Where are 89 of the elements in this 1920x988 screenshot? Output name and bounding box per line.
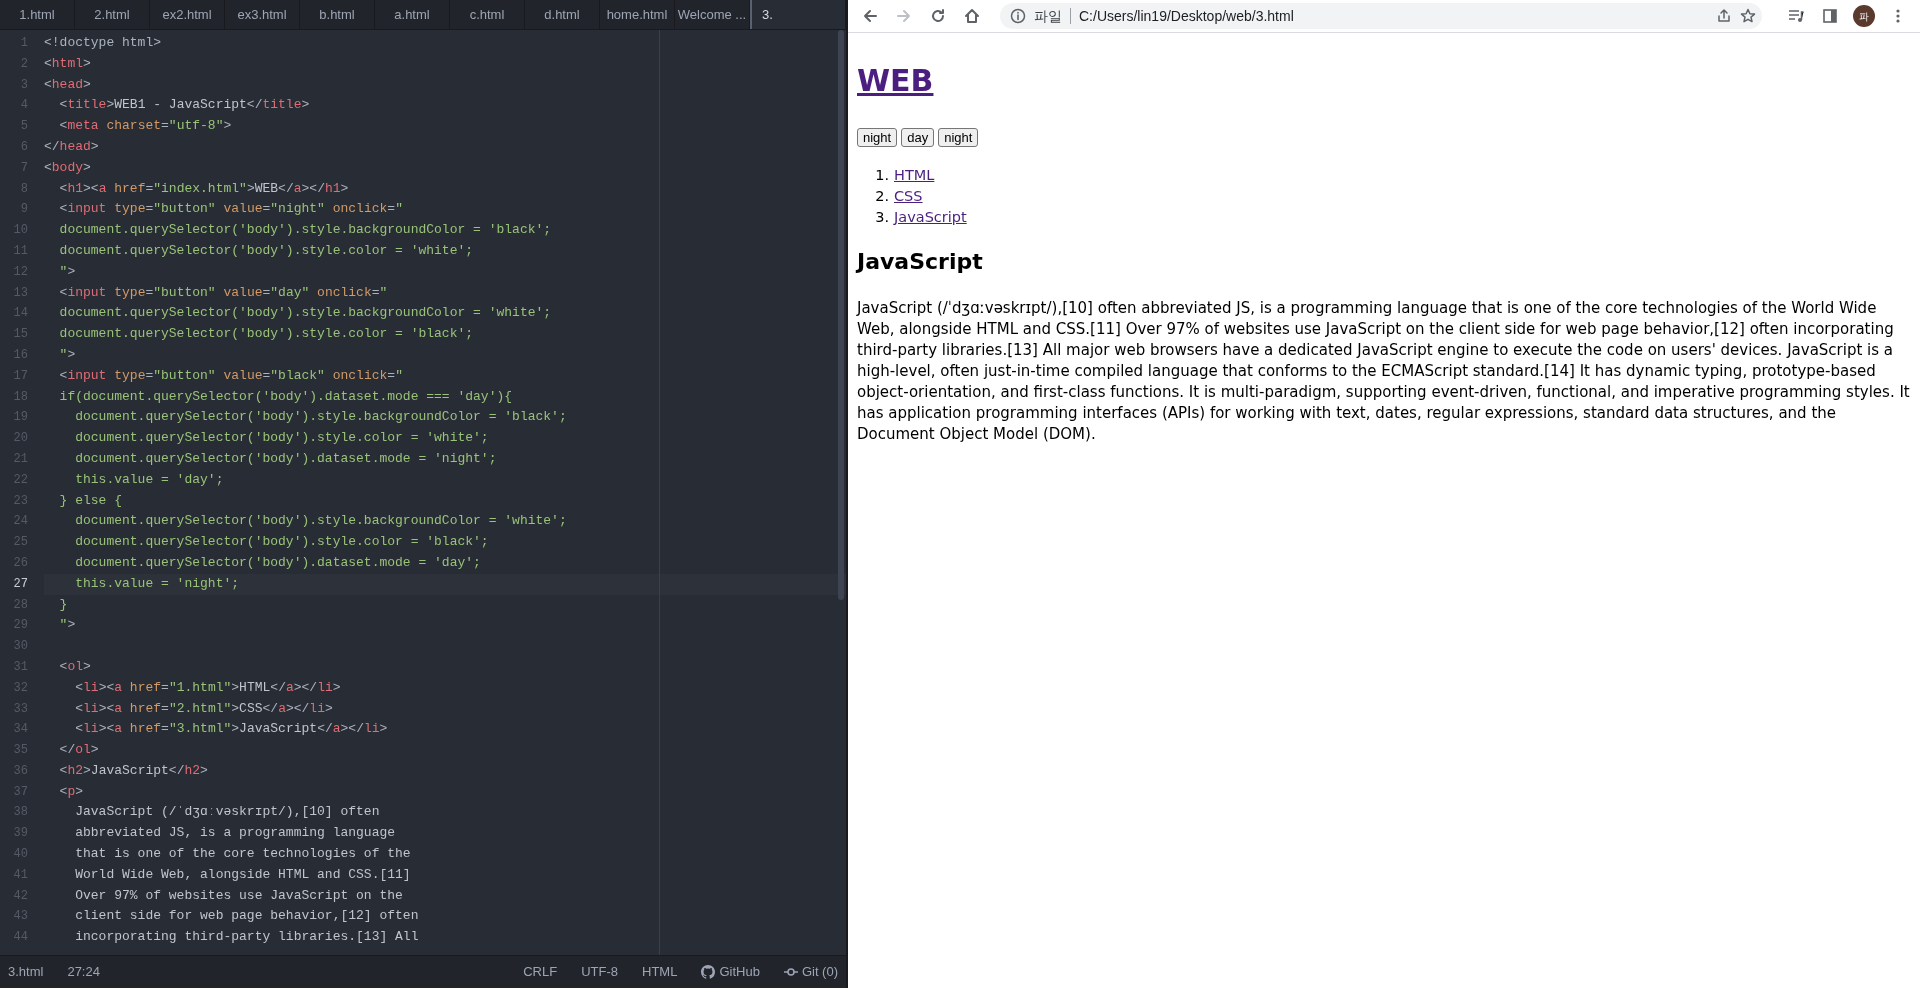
mode-button[interactable]: night — [938, 128, 979, 147]
code-line: <head> — [44, 75, 91, 94]
list-number: 2. — [874, 186, 889, 206]
code-line: <input type="button" value="night" onclick=" — [58, 200, 403, 219]
octocat-icon[interactable] — [701, 965, 716, 979]
code-line: client side for web page behavior,[12] often — [74, 907, 419, 926]
scheme-label: 파일 — [1034, 6, 1062, 26]
url-text: C:/Users/lin19/Desktop/web/3.html — [1079, 6, 1295, 26]
code-line: document.querySelector('body').dataset.mode = 'night'; — [74, 449, 497, 468]
code-line: abbreviated JS, is a programming language — [74, 824, 396, 843]
code-line: Over 97% of websites use JavaScript on the — [74, 886, 403, 905]
more-menu-icon[interactable] — [1896, 8, 1900, 24]
grammar-selector[interactable]: HTML — [642, 962, 678, 982]
media-list-icon[interactable] — [1788, 8, 1804, 24]
code-line: this.value = 'day'; — [74, 470, 224, 489]
code-line: <h2>JavaScript</h2> — [58, 761, 208, 780]
code-line: <body> — [44, 158, 91, 177]
file-tab[interactable]: 3. — [750, 0, 846, 29]
code-line: document.querySelector('body').style.color = 'black'; — [74, 533, 489, 552]
git-label[interactable]: Git (0) — [801, 962, 838, 982]
nav-link-text[interactable]: JavaScript — [894, 208, 967, 225]
list-number: 3. — [874, 207, 889, 227]
code-line: "> — [58, 262, 76, 281]
code-line: document.querySelector('body').style.backgroundColor = 'white'; — [58, 304, 552, 323]
github-label[interactable]: GitHub — [719, 962, 760, 982]
heading-link[interactable]: WEB — [857, 63, 934, 98]
commit-icon[interactable] — [783, 968, 798, 976]
file-tab[interactable]: 2.html — [75, 0, 150, 29]
code-line: <ol> — [58, 657, 91, 676]
code-line: } — [58, 595, 68, 614]
side-panel-icon[interactable] — [1822, 8, 1838, 24]
code-line: } else { — [58, 491, 122, 510]
home-icon[interactable] — [964, 8, 980, 24]
code-line: document.querySelector('body').style.color = 'white'; — [58, 241, 474, 260]
cursor-position[interactable]: 27:24 — [67, 962, 100, 982]
file-tab[interactable]: home.html — [600, 0, 675, 29]
code-line: document.querySelector('body').style.backgroundColor = 'black'; — [58, 221, 552, 240]
share-icon[interactable] — [1716, 8, 1732, 24]
mode-button[interactable]: day — [901, 128, 935, 147]
code-line: <input type="button" value="black" onclick=" — [58, 366, 403, 385]
code-line: "> — [58, 345, 76, 364]
code-line: <input type="button" value="day" onclick=" — [58, 283, 388, 302]
code-line: <li><a href="2.html">CSS</a></li> — [74, 699, 333, 718]
code-line: <p> — [58, 782, 84, 801]
article-paragraph: JavaScript (/ˈdʒɑːvəskrɪpt/),[10] often abbreviated JS, is a programming language that is one of the core technologies of the World Wide Web, alongside HTML and CSS.[11] Over 97% of websites use JavaScript on the client side for web page behavior,[12] often incorporating third-party libraries.[13] All major web browsers have a dedicated JavaScript engine to execute the code on users' devices. JavaScript is a high-level, often just-in-time compiled language that conforms to the ECMAScript standard.[14] It has dynamic typing, prototype-based object-orientation, and first-class functions. It is multi-paradigm, supporting event-driven, functional, and imperative programming styles. It has application programming interfaces (APIs) for working with text, dates, regular expressions, standard data structures, and the Document Object Model (DOM). — [857, 297, 1911, 445]
section-heading: JavaScript — [857, 249, 984, 276]
file-tab[interactable]: 1.html — [0, 0, 75, 29]
code-line: World Wide Web, alongside HTML and CSS.[11] — [74, 865, 411, 884]
code-line: <meta charset="utf-8"> — [58, 117, 232, 136]
file-tab[interactable]: a.html — [375, 0, 450, 29]
reload-icon[interactable] — [930, 8, 946, 24]
code-line: that is one of the core technologies of the — [74, 845, 411, 864]
mode-button[interactable]: night — [857, 128, 898, 147]
code-line: incorporating third-party libraries.[13] All — [74, 928, 419, 947]
profile-avatar[interactable]: 파 — [1853, 5, 1875, 27]
code-line: JavaScript (/ˈdʒɑːvəskrɪpt/),[10] often — [74, 803, 380, 822]
nav-link-text[interactable]: CSS — [894, 187, 923, 204]
code-line: <html> — [44, 54, 91, 73]
code-line: document.querySelector('body').style.color = 'white'; — [74, 429, 489, 448]
code-line: document.querySelector('body').dataset.mode = 'day'; — [74, 553, 481, 572]
code-line: <li><a href="3.html">JavaScript</a></li> — [74, 720, 388, 739]
line-ending[interactable]: CRLF — [523, 962, 558, 982]
code-line: <li><a href="1.html">HTML</a></li> — [74, 678, 341, 697]
code-line: </head> — [44, 138, 99, 156]
code-line: <title>WEB1 - JavaScript</title> — [58, 96, 310, 115]
info-icon[interactable] — [1010, 8, 1026, 24]
code-line: document.querySelector('body').style.backgroundColor = 'white'; — [74, 512, 567, 531]
code-line: this.value = 'night'; — [74, 574, 240, 593]
file-tab[interactable]: ex3.html — [225, 0, 300, 29]
file-tab[interactable]: d.html — [525, 0, 600, 29]
file-tab[interactable]: ex2.html — [150, 0, 225, 29]
code-line: <h1><a href="index.html">WEB</a></h1> — [58, 179, 349, 198]
bookmark-star-icon[interactable] — [1740, 8, 1756, 24]
back-arrow-icon[interactable] — [862, 8, 878, 24]
file-tab[interactable]: c.html — [450, 0, 525, 29]
code-line: <!doctype html> — [44, 34, 162, 52]
code-line: </ol> — [58, 741, 99, 760]
file-tab[interactable]: b.html — [300, 0, 375, 29]
list-number: 1. — [874, 166, 889, 185]
file-encoding[interactable]: UTF-8 — [581, 962, 618, 982]
line-number: 27 — [12, 575, 29, 593]
code-line: document.querySelector('body').style.color = 'black'; — [58, 325, 474, 344]
scrollbar-thumb[interactable] — [838, 30, 844, 600]
address-bar[interactable]: 파일 C:/Users/lin19/Desktop/web/3.html — [1000, 3, 1762, 29]
nav-link-text[interactable]: HTML — [894, 167, 935, 183]
file-name[interactable]: 3.html — [8, 962, 44, 982]
code-line: "> — [58, 616, 76, 635]
code-line: if(document.querySelector('body').dataset.mode === 'day'){ — [58, 387, 513, 406]
code-line: document.querySelector('body').style.backgroundColor = 'black'; — [74, 408, 567, 427]
